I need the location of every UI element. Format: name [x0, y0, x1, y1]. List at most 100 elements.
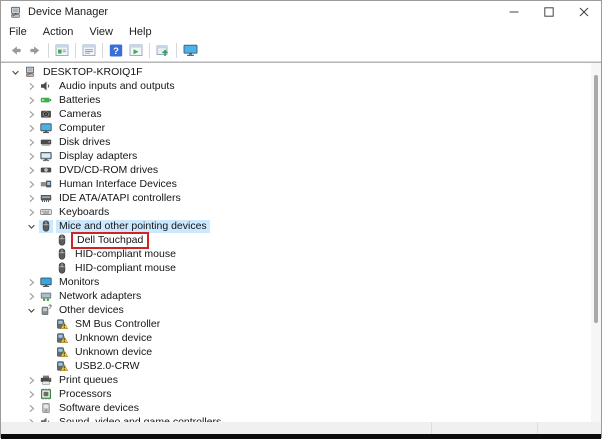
tree-item-desktop-kroiq1f[interactable]: DESKTOP-KROIQ1F [1, 65, 601, 79]
chevron-down-icon[interactable] [23, 220, 39, 232]
computer-icon [23, 66, 37, 79]
tree-item-label: Network adapters [59, 289, 142, 302]
tree-item-unknown-device[interactable]: Unknown device [1, 331, 601, 345]
menu-action[interactable]: Action [35, 26, 82, 38]
tree-item-label: SM Bus Controller [75, 317, 161, 330]
maximize-button[interactable] [531, 1, 566, 23]
vertical-scrollbar[interactable] [591, 63, 601, 422]
tree-item-sound-video-and-game-controllers[interactable]: Sound, video and game controllers [1, 415, 601, 422]
chevron-right-icon[interactable] [23, 416, 39, 422]
tree-item-label: Audio inputs and outputs [59, 79, 175, 92]
keyboard-icon [39, 206, 53, 219]
chevron-right-icon[interactable] [23, 374, 39, 386]
tree-item-batteries[interactable]: Batteries [1, 93, 601, 107]
tree-item-sm-bus-controller[interactable]: SM Bus Controller [1, 317, 601, 331]
chevron-right-icon[interactable] [23, 122, 39, 134]
back-icon[interactable] [6, 42, 24, 60]
chevron-right-icon[interactable] [23, 108, 39, 120]
tree-item-display-adapters[interactable]: Display adapters [1, 149, 601, 163]
tree-item-unknown-device[interactable]: Unknown device [1, 345, 601, 359]
chevron-right-icon[interactable] [23, 276, 39, 288]
tree-item-label: DVD/CD-ROM drives [59, 163, 159, 176]
disk-icon [39, 136, 53, 149]
toolbar-separator [176, 43, 177, 58]
chevron-right-icon[interactable] [23, 136, 39, 148]
processor-icon [39, 388, 53, 401]
menu-help[interactable]: Help [121, 26, 160, 38]
chevron-right-icon[interactable] [23, 164, 39, 176]
chevron-right-icon[interactable] [23, 388, 39, 400]
tree-item-cameras[interactable]: Cameras [1, 107, 601, 121]
mouse-icon [55, 248, 69, 261]
camera-icon [39, 108, 53, 121]
chevron-right-icon[interactable] [23, 80, 39, 92]
svg-text:?: ? [48, 305, 52, 311]
tree-item-label: Batteries [59, 93, 101, 106]
export-list-icon[interactable] [127, 42, 145, 60]
tree-item-software-devices[interactable]: Software devices [1, 401, 601, 415]
tree-item-label: Unknown device [75, 331, 153, 344]
devices-monitor-icon[interactable] [181, 42, 199, 60]
tree-item-label: Software devices [59, 401, 139, 414]
menu-file[interactable]: File [1, 26, 35, 38]
chevron-down-icon[interactable] [23, 304, 39, 316]
tree-item-print-queues[interactable]: Print queues [1, 373, 601, 387]
tree-item-processors[interactable]: Processors [1, 387, 601, 401]
help-icon[interactable]: ? [107, 42, 125, 60]
close-button[interactable] [566, 1, 601, 23]
minimize-button[interactable] [496, 1, 531, 23]
warning-device-icon [55, 360, 69, 373]
tree-item-disk-drives[interactable]: Disk drives [1, 135, 601, 149]
window-controls [496, 1, 601, 23]
device-manager-window: Device Manager File Action View Help ? DESK… [0, 0, 602, 439]
scan-hardware-changes-icon[interactable] [154, 42, 172, 60]
device-manager-app-icon [9, 6, 22, 19]
tree-item-label: Print queues [59, 373, 118, 386]
properties-icon[interactable] [80, 42, 98, 60]
tree-item-keyboards[interactable]: Keyboards [1, 205, 601, 219]
chevron-right-icon[interactable] [23, 402, 39, 414]
tree-item-audio-inputs-and-outputs[interactable]: Audio inputs and outputs [1, 79, 601, 93]
tree-item-label: Cameras [59, 107, 102, 120]
tree-item-label: Processors [59, 387, 112, 400]
chevron-right-icon[interactable] [23, 178, 39, 190]
tree-item-hid-compliant-mouse[interactable]: HID-compliant mouse [1, 247, 601, 261]
tree-item-hid-compliant-mouse[interactable]: HID-compliant mouse [1, 261, 601, 275]
tree-item-usb2-0-crw[interactable]: USB2.0-CRW [1, 359, 601, 373]
software-device-icon [39, 402, 53, 415]
tree-item-label: Monitors [59, 275, 100, 288]
tree-item-dell-touchpad[interactable]: Dell Touchpad [1, 231, 601, 249]
screenshot-bottom-border [1, 434, 601, 439]
tree-item-label: Other devices [59, 303, 124, 316]
tree-item-label: Display adapters [59, 149, 138, 162]
menu-view[interactable]: View [81, 26, 121, 38]
tree-item-label: HID-compliant mouse [75, 247, 176, 260]
scrollbar-thumb[interactable] [594, 75, 598, 323]
tree-item-ide-ata-atapi-controllers[interactable]: IDE ATA/ATAPI controllers [1, 191, 601, 205]
tree-item-dvd-cd-rom-drives[interactable]: DVD/CD-ROM drives [1, 163, 601, 177]
toolbar: ? [1, 40, 601, 61]
tree-item-human-interface-devices[interactable]: Human Interface Devices [1, 177, 601, 191]
tree-item-label: Disk drives [59, 135, 111, 148]
computer-monitor-icon [39, 122, 53, 135]
forward-icon[interactable] [26, 42, 44, 60]
mouse-icon [55, 234, 69, 247]
chevron-right-icon[interactable] [23, 150, 39, 162]
window-title: Device Manager [28, 6, 109, 18]
mouse-icon [39, 219, 53, 233]
chevron-right-icon[interactable] [23, 94, 39, 106]
chevron-right-icon[interactable] [23, 290, 39, 302]
monitor-icon [39, 276, 53, 289]
tree-item-label: Unknown device [75, 345, 153, 358]
show-console-tree-icon[interactable] [53, 42, 71, 60]
chevron-down-icon[interactable] [7, 66, 23, 78]
warning-device-icon [55, 318, 69, 331]
tree-item-network-adapters[interactable]: Network adapters [1, 289, 601, 303]
device-tree: DESKTOP-KROIQ1F Audio inputs and outputs B… [1, 63, 601, 422]
chevron-right-icon[interactable] [23, 206, 39, 218]
chevron-right-icon[interactable] [23, 192, 39, 204]
tree-item-other-devices[interactable]: ? Other devices [1, 303, 601, 317]
battery-icon [39, 94, 53, 107]
tree-item-computer[interactable]: Computer [1, 121, 601, 135]
tree-item-monitors[interactable]: Monitors [1, 275, 601, 289]
